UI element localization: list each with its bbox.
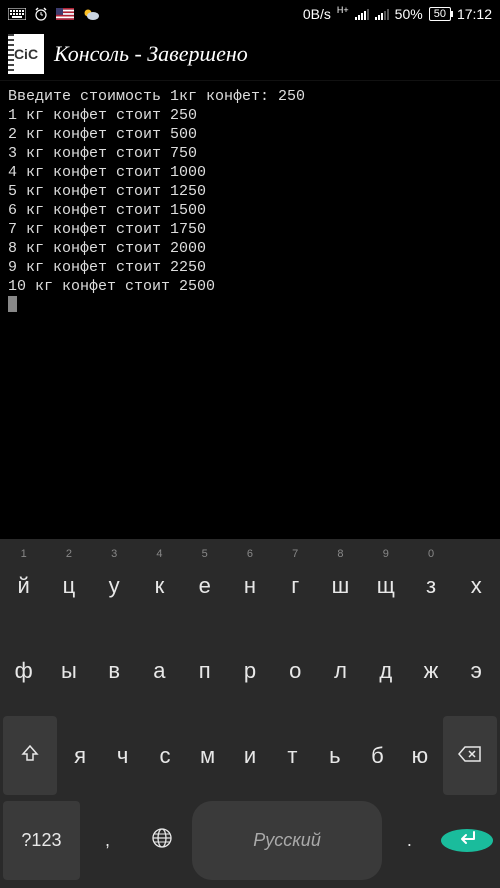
key-letter[interactable]: п xyxy=(184,631,225,710)
key-letter[interactable]: т xyxy=(273,716,311,795)
keyboard-row-1: 1й 2ц 3у 4к 5е 6н 7г 8ш 9щ 0з х xyxy=(3,543,497,628)
key-letter[interactable]: ч xyxy=(103,716,141,795)
key-letter[interactable]: о xyxy=(275,631,316,710)
alarm-icon xyxy=(34,7,48,21)
space-key[interactable]: Русский xyxy=(192,801,381,880)
enter-key[interactable] xyxy=(441,829,493,852)
console-line: 1 кг конфет стоит 250 xyxy=(8,106,492,125)
key-letter[interactable]: д xyxy=(365,631,406,710)
key-letter[interactable]: 6н xyxy=(229,546,270,625)
battery-percent: 50% xyxy=(395,6,423,22)
weather-icon xyxy=(82,7,100,21)
console-line: 4 кг конфет стоит 1000 xyxy=(8,163,492,182)
status-right: 0B/s H+ 50% 50 17:12 xyxy=(303,6,492,22)
shift-icon xyxy=(20,743,40,769)
key-letter[interactable]: э xyxy=(456,631,497,710)
key-letter[interactable]: б xyxy=(358,716,396,795)
key-letter[interactable]: 0з xyxy=(410,546,451,625)
console-output[interactable]: Введите стоимость 1кг конфет: 250 1 кг к… xyxy=(0,81,500,539)
signal-icon-2 xyxy=(375,8,389,20)
battery-icon: 50 xyxy=(429,7,451,21)
key-letter[interactable]: и xyxy=(231,716,269,795)
backspace-key[interactable] xyxy=(443,716,497,795)
console-line: 10 кг конфет стоит 2500 xyxy=(8,277,492,296)
key-letter[interactable]: 8ш xyxy=(320,546,361,625)
key-letter[interactable]: 7г xyxy=(275,546,316,625)
globe-icon xyxy=(151,827,173,854)
enter-icon xyxy=(456,829,478,852)
console-prompt: Введите стоимость 1кг конфет: 250 xyxy=(8,87,492,106)
key-letter[interactable]: 9щ xyxy=(365,546,406,625)
app-icon-text: CiC xyxy=(14,46,38,62)
app-title: Консоль - Завершено xyxy=(54,41,248,67)
signal-type: H+ xyxy=(337,5,349,15)
key-letter[interactable]: х xyxy=(456,546,497,625)
console-line: 8 кг конфет стоит 2000 xyxy=(8,239,492,258)
key-letter[interactable]: м xyxy=(188,716,226,795)
console-line: 5 кг конфет стоит 1250 xyxy=(8,182,492,201)
key-letter[interactable]: ж xyxy=(410,631,451,710)
cursor xyxy=(8,296,17,312)
key-letter[interactable]: р xyxy=(229,631,270,710)
keyboard-icon xyxy=(8,8,26,20)
backspace-icon xyxy=(458,743,482,769)
key-letter[interactable]: 5е xyxy=(184,546,225,625)
key-letter[interactable]: 1й xyxy=(3,546,44,625)
comma-key[interactable]: , xyxy=(84,801,131,880)
console-line: 6 кг конфет стоит 1500 xyxy=(8,201,492,220)
key-letter[interactable]: в xyxy=(94,631,135,710)
key-letter[interactable]: а xyxy=(139,631,180,710)
console-line: 9 кг конфет стоит 2250 xyxy=(8,258,492,277)
key-letter[interactable]: 3у xyxy=(94,546,135,625)
keyboard-row-3: я ч с м и т ь б ю xyxy=(3,713,497,798)
symbols-key[interactable]: ?123 xyxy=(3,801,80,880)
keyboard-row-2: ф ы в а п р о л д ж э xyxy=(3,628,497,713)
language-key[interactable] xyxy=(135,801,188,880)
keyboard-row-4: ?123 , Русский . xyxy=(3,798,497,883)
app-header: CiC Консоль - Завершено xyxy=(0,28,500,80)
key-letter[interactable]: я xyxy=(61,716,99,795)
key-letter[interactable]: ы xyxy=(48,631,89,710)
app-icon[interactable]: CiC xyxy=(8,34,44,74)
key-letter[interactable]: л xyxy=(320,631,361,710)
key-letter[interactable]: 4к xyxy=(139,546,180,625)
key-letter[interactable]: ю xyxy=(401,716,439,795)
status-left xyxy=(8,7,100,21)
clock: 17:12 xyxy=(457,6,492,22)
flag-icon xyxy=(56,8,74,20)
period-key[interactable]: . xyxy=(386,801,433,880)
key-letter[interactable]: ф xyxy=(3,631,44,710)
console-line: 3 кг конфет стоит 750 xyxy=(8,144,492,163)
key-letter[interactable]: с xyxy=(146,716,184,795)
key-letter[interactable]: ь xyxy=(316,716,354,795)
keyboard: 1й 2ц 3у 4к 5е 6н 7г 8ш 9щ 0з х ф ы в а … xyxy=(0,539,500,888)
data-speed: 0B/s xyxy=(303,6,331,22)
shift-key[interactable] xyxy=(3,716,57,795)
console-line: 2 кг конфет стоит 500 xyxy=(8,125,492,144)
signal-icon-1 xyxy=(355,8,369,20)
console-line: 7 кг конфет стоит 1750 xyxy=(8,220,492,239)
key-letter[interactable]: 2ц xyxy=(48,546,89,625)
status-bar: 0B/s H+ 50% 50 17:12 xyxy=(0,0,500,28)
